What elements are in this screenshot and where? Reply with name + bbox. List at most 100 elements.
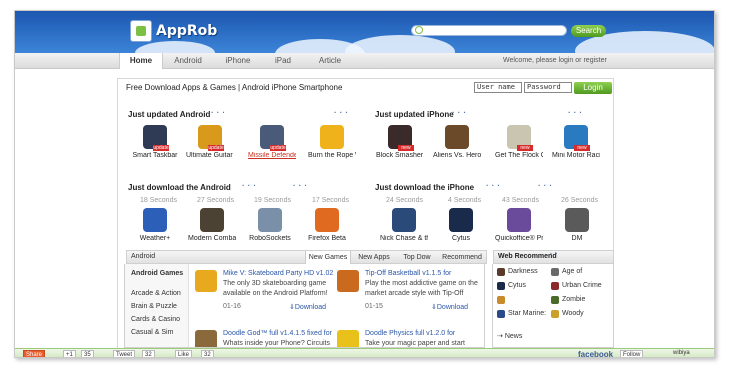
game-icon xyxy=(195,270,217,292)
recommend-item[interactable]: Age of xyxy=(562,268,582,275)
app-icon: update xyxy=(143,125,169,151)
feed-title[interactable]: Tip-Off Basketball v1.1.5 for xyxy=(365,270,451,277)
app-name: Modern Combat 3 xyxy=(188,235,236,242)
category-item[interactable]: Cards & Casino xyxy=(131,316,180,323)
app-icon: update xyxy=(260,125,286,151)
recommend-item[interactable]: Star Marine: xyxy=(508,310,546,317)
app-icon xyxy=(551,282,559,290)
site-logo[interactable]: AppRob xyxy=(130,20,217,42)
dots-icon: ··· xyxy=(538,181,555,190)
time-ago: 43 Seconds xyxy=(502,197,539,204)
app-icon xyxy=(497,282,505,290)
powered-by-label: wibiya xyxy=(673,350,690,356)
download-link[interactable]: ⇓Download xyxy=(289,303,326,311)
web-recommend-panel: Darkness Age of Cytus Urban Crime Zombie… xyxy=(492,264,614,348)
site-header: AppRob Search xyxy=(15,11,714,53)
content-titlebar: Free Download Apps & Games | Android iPh… xyxy=(118,79,613,96)
section-title: Just download the iPhone xyxy=(375,183,475,192)
game-icon xyxy=(195,330,217,347)
login-button[interactable]: Login xyxy=(574,82,612,94)
register-link[interactable]: register xyxy=(583,57,606,64)
plus-one-button[interactable]: +1 xyxy=(63,350,76,357)
app-tile[interactable]: DM xyxy=(553,208,601,242)
nav-article[interactable]: Article xyxy=(307,53,353,69)
dots-icon: ··· xyxy=(486,181,503,190)
time-ago: 19 Seconds xyxy=(254,197,291,204)
app-tile[interactable]: Nick Chase & th xyxy=(380,208,428,242)
app-tag: new xyxy=(398,145,414,151)
share-button[interactable]: Share xyxy=(23,350,46,357)
app-tile[interactable]: Quickoffice® Pro xyxy=(495,208,543,242)
tab-new-games[interactable]: New Games xyxy=(305,251,351,264)
recommend-item[interactable]: Zombie xyxy=(562,296,585,303)
recommend-item[interactable]: Urban Crime xyxy=(562,282,602,289)
nav-iphone[interactable]: iPhone xyxy=(215,53,261,69)
section-title: Just updated Android xyxy=(128,110,211,119)
app-tile[interactable]: Cytus xyxy=(437,208,485,242)
dots-icon: ··· xyxy=(242,181,259,190)
or-text: or xyxy=(575,57,582,64)
feed-title[interactable]: Mike V: Skateboard Party HD v1.02 xyxy=(223,270,333,277)
time-ago: 4 Seconds xyxy=(448,197,482,204)
app-name: DM xyxy=(571,235,583,242)
app-tile[interactable]: Aliens Vs. Heroes xyxy=(433,125,481,159)
app-icon xyxy=(320,125,344,149)
tweet-button[interactable]: Tweet xyxy=(113,350,136,357)
category-item[interactable]: Android Games xyxy=(131,270,183,277)
app-tag: update xyxy=(208,145,224,151)
category-item[interactable]: Casual & Sim xyxy=(131,329,173,336)
app-tile[interactable]: Weather+ xyxy=(131,208,179,242)
app-tile[interactable]: new Get The Flock Out xyxy=(495,125,543,159)
web-recommend-header: Web Recommend ·· xyxy=(493,250,614,264)
welcome-text: Welcome xyxy=(503,57,533,64)
please-text: please xyxy=(535,57,557,64)
category-list: Android Games Arcade & Action Brain & Pu… xyxy=(125,264,189,347)
nav-ipad[interactable]: iPad xyxy=(263,53,303,69)
app-tile[interactable]: update Ultimate Guitar Tab xyxy=(186,125,234,159)
news-text: News xyxy=(504,333,523,340)
app-tile[interactable]: new Mini Motor Racing xyxy=(552,125,600,159)
feed-title[interactable]: Doodle Physics full v1.2.0 for xyxy=(365,330,455,337)
recommend-item[interactable]: Cytus xyxy=(508,282,526,289)
password-field[interactable]: Password xyxy=(524,82,572,93)
app-tile[interactable]: update Missile Defender xyxy=(248,125,296,159)
like-button[interactable]: Like xyxy=(175,350,193,357)
nav-home[interactable]: Home xyxy=(119,53,163,69)
feed-title[interactable]: Doodle God™ full v1.4.1.5 fixed for xyxy=(223,330,332,337)
download-link[interactable]: ⇓Download xyxy=(431,303,468,311)
app-tile[interactable]: RoboSockets xyxy=(246,208,294,242)
web-recommend-title: Web Recommend xyxy=(498,253,557,260)
search-input[interactable] xyxy=(411,25,567,36)
follow-button[interactable]: Follow xyxy=(620,350,644,357)
tab-recommend[interactable]: Recommend xyxy=(439,251,485,264)
app-name: Missile Defender xyxy=(248,152,296,159)
app-icon xyxy=(143,208,167,232)
nav-account: Welcome, please login or register xyxy=(503,57,607,64)
search-button[interactable]: Search xyxy=(571,25,606,37)
app-icon xyxy=(392,208,416,232)
app-icon: update xyxy=(198,125,224,151)
category-item[interactable]: Arcade & Action xyxy=(131,290,181,297)
username-field[interactable]: User name xyxy=(474,82,522,93)
app-tag: update xyxy=(153,145,169,151)
app-tile[interactable]: new Block Smasher - A xyxy=(376,125,424,159)
recommend-item[interactable]: Woody xyxy=(562,310,584,317)
dots-icon: ·· xyxy=(550,251,561,258)
app-tile[interactable]: update Smart Taskbar xyxy=(131,125,179,159)
app-tile[interactable]: Modern Combat 3 xyxy=(188,208,236,242)
category-item[interactable]: Brain & Puzzle xyxy=(131,303,177,310)
app-tile[interactable]: Burn the Rope W xyxy=(308,125,356,159)
app-name: Weather+ xyxy=(139,235,171,242)
login-link[interactable]: login xyxy=(559,57,574,64)
tab-new-apps[interactable]: New Apps xyxy=(353,251,395,264)
nav-android[interactable]: Android xyxy=(165,53,211,69)
dots-icon: ··· xyxy=(568,108,585,117)
recommend-item[interactable]: Darkness xyxy=(508,268,538,275)
app-name: Block Smasher - A xyxy=(376,152,424,159)
tab-top-downloads[interactable]: Top Dow xyxy=(397,251,437,264)
news-label[interactable]: ⇢ News xyxy=(497,332,522,340)
feed-description: Take your magic paper and start xyxy=(365,340,465,347)
app-tile[interactable]: Firefox Beta xyxy=(303,208,351,242)
facebook-link[interactable]: facebook xyxy=(578,350,613,357)
share-toolbar: Share +1 35 Tweet 32 Like 32 facebook Fo… xyxy=(15,348,714,357)
